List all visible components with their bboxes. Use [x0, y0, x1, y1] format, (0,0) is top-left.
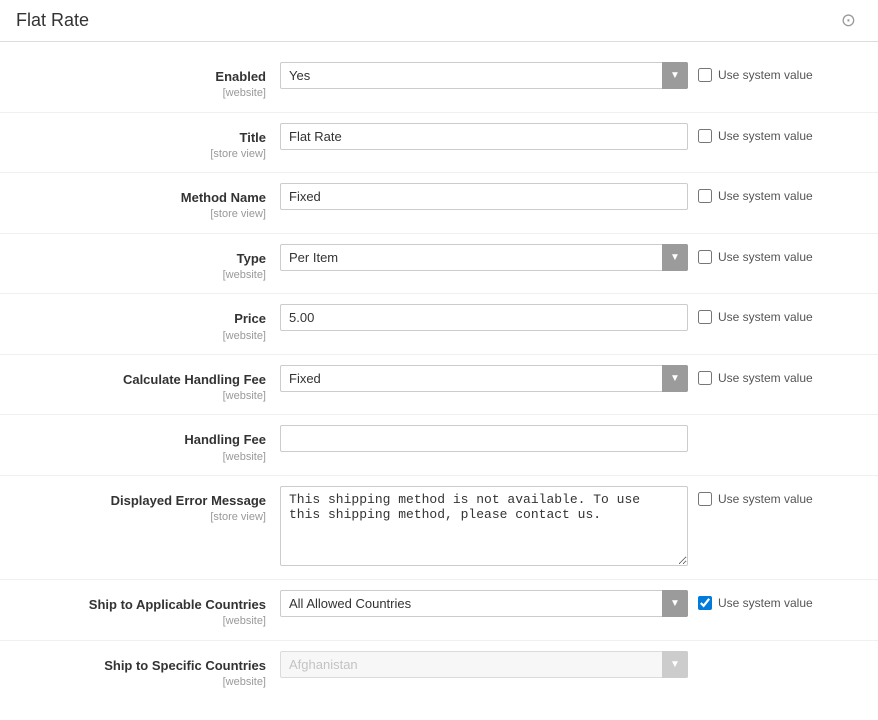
- input-method_name[interactable]: [280, 183, 688, 210]
- system-value-checkbox-enabled[interactable]: [698, 68, 712, 82]
- field-label-title: Title: [0, 129, 266, 147]
- select-wrap-enabled: YesNo: [280, 62, 688, 89]
- system-value-checkbox-displayed_error_message[interactable]: [698, 492, 712, 506]
- page-title: Flat Rate: [16, 10, 89, 31]
- input-col-ship_to_applicable_countries: All Allowed CountriesSpecific Countries: [280, 590, 698, 617]
- label-col-price: Price[website]: [0, 304, 280, 344]
- system-value-checkbox-type[interactable]: [698, 250, 712, 264]
- field-sublabel-ship_to_specific_countries: [website]: [0, 675, 266, 690]
- field-label-displayed_error_message: Displayed Error Message: [0, 492, 266, 510]
- form-row-price: Price[website] Use system value: [0, 294, 878, 355]
- input-col-type: Per ItemPer Order: [280, 244, 698, 271]
- input-col-enabled: YesNo: [280, 62, 698, 89]
- system-col-handling_fee: [698, 425, 858, 431]
- content-area: Enabled[website]YesNoUse system valueTit…: [0, 42, 878, 720]
- form-row-ship_to_applicable_countries: Ship to Applicable Countries[website]All…: [0, 580, 878, 641]
- field-label-handling_fee: Handling Fee: [0, 431, 266, 449]
- input-col-ship_to_specific_countries: Afghanistan: [280, 651, 698, 678]
- field-sublabel-type: [website]: [0, 268, 266, 283]
- system-value-label-title: Use system value: [718, 129, 813, 143]
- input-price[interactable]: [280, 304, 688, 331]
- input-col-title: [280, 123, 698, 150]
- system-value-checkbox-calculate_handling_fee[interactable]: [698, 371, 712, 385]
- input-col-method_name: [280, 183, 698, 210]
- select-ship_to_applicable_countries[interactable]: All Allowed CountriesSpecific Countries: [280, 590, 688, 617]
- system-col-ship_to_applicable_countries: Use system value: [698, 590, 858, 610]
- field-sublabel-method_name: [store view]: [0, 207, 266, 222]
- system-col-type: Use system value: [698, 244, 858, 264]
- system-col-price: Use system value: [698, 304, 858, 324]
- system-value-checkbox-title[interactable]: [698, 129, 712, 143]
- system-value-label-calculate_handling_fee: Use system value: [718, 371, 813, 385]
- label-col-title: Title[store view]: [0, 123, 280, 163]
- collapse-button[interactable]: ⊙: [835, 8, 862, 33]
- label-col-ship_to_specific_countries: Ship to Specific Countries[website]: [0, 651, 280, 691]
- system-col-enabled: Use system value: [698, 62, 858, 82]
- input-col-handling_fee: [280, 425, 698, 452]
- system-col-title: Use system value: [698, 123, 858, 143]
- textarea-displayed_error_message[interactable]: This shipping method is not available. T…: [280, 486, 688, 566]
- system-col-calculate_handling_fee: Use system value: [698, 365, 858, 385]
- label-col-enabled: Enabled[website]: [0, 62, 280, 102]
- field-sublabel-handling_fee: [website]: [0, 450, 266, 465]
- field-sublabel-displayed_error_message: [store view]: [0, 510, 266, 525]
- field-label-type: Type: [0, 250, 266, 268]
- field-sublabel-title: [store view]: [0, 147, 266, 162]
- page-header: Flat Rate ⊙: [0, 0, 878, 42]
- label-col-ship_to_applicable_countries: Ship to Applicable Countries[website]: [0, 590, 280, 630]
- system-value-checkbox-ship_to_applicable_countries[interactable]: [698, 596, 712, 610]
- field-sublabel-price: [website]: [0, 329, 266, 344]
- select-wrap-ship_to_applicable_countries: All Allowed CountriesSpecific Countries: [280, 590, 688, 617]
- system-value-label-displayed_error_message: Use system value: [718, 492, 813, 506]
- field-label-calculate_handling_fee: Calculate Handling Fee: [0, 371, 266, 389]
- field-label-method_name: Method Name: [0, 189, 266, 207]
- form-row-handling_fee: Handling Fee[website]: [0, 415, 878, 476]
- input-handling_fee[interactable]: [280, 425, 688, 452]
- field-label-ship_to_applicable_countries: Ship to Applicable Countries: [0, 596, 266, 614]
- form-row-ship_to_specific_countries: Ship to Specific Countries[website]Afgha…: [0, 641, 878, 701]
- form-row-displayed_error_message: Displayed Error Message[store view]This …: [0, 476, 878, 580]
- label-col-displayed_error_message: Displayed Error Message[store view]: [0, 486, 280, 526]
- system-value-label-enabled: Use system value: [718, 68, 813, 82]
- system-value-checkbox-method_name[interactable]: [698, 189, 712, 203]
- form-row-type: Type[website]Per ItemPer OrderUse system…: [0, 234, 878, 295]
- select-ship_to_specific_countries[interactable]: Afghanistan: [280, 651, 688, 678]
- label-col-calculate_handling_fee: Calculate Handling Fee[website]: [0, 365, 280, 405]
- select-wrap-calculate_handling_fee: FixedPercent: [280, 365, 688, 392]
- field-label-enabled: Enabled: [0, 68, 266, 86]
- label-col-method_name: Method Name[store view]: [0, 183, 280, 223]
- form-row-method_name: Method Name[store view] Use system value: [0, 173, 878, 234]
- form-row-calculate_handling_fee: Calculate Handling Fee[website]FixedPerc…: [0, 355, 878, 416]
- label-col-type: Type[website]: [0, 244, 280, 284]
- select-enabled[interactable]: YesNo: [280, 62, 688, 89]
- select-type[interactable]: Per ItemPer Order: [280, 244, 688, 271]
- field-label-ship_to_specific_countries: Ship to Specific Countries: [0, 657, 266, 675]
- form-row-enabled: Enabled[website]YesNoUse system value: [0, 52, 878, 113]
- label-col-handling_fee: Handling Fee[website]: [0, 425, 280, 465]
- system-col-ship_to_specific_countries: [698, 651, 858, 657]
- system-value-label-method_name: Use system value: [718, 189, 813, 203]
- system-value-label-type: Use system value: [718, 250, 813, 264]
- select-calculate_handling_fee[interactable]: FixedPercent: [280, 365, 688, 392]
- system-value-checkbox-price[interactable]: [698, 310, 712, 324]
- field-sublabel-ship_to_applicable_countries: [website]: [0, 614, 266, 629]
- system-value-label-price: Use system value: [718, 310, 813, 324]
- form-row-title: Title[store view] Use system value: [0, 113, 878, 174]
- field-label-price: Price: [0, 310, 266, 328]
- system-col-displayed_error_message: Use system value: [698, 486, 858, 506]
- input-col-price: [280, 304, 698, 331]
- field-sublabel-calculate_handling_fee: [website]: [0, 389, 266, 404]
- input-col-calculate_handling_fee: FixedPercent: [280, 365, 698, 392]
- field-sublabel-enabled: [website]: [0, 86, 266, 101]
- input-col-displayed_error_message: This shipping method is not available. T…: [280, 486, 698, 569]
- select-wrap-ship_to_specific_countries: Afghanistan: [280, 651, 688, 678]
- system-value-label-ship_to_applicable_countries: Use system value: [718, 596, 813, 610]
- system-col-method_name: Use system value: [698, 183, 858, 203]
- input-title[interactable]: [280, 123, 688, 150]
- select-wrap-type: Per ItemPer Order: [280, 244, 688, 271]
